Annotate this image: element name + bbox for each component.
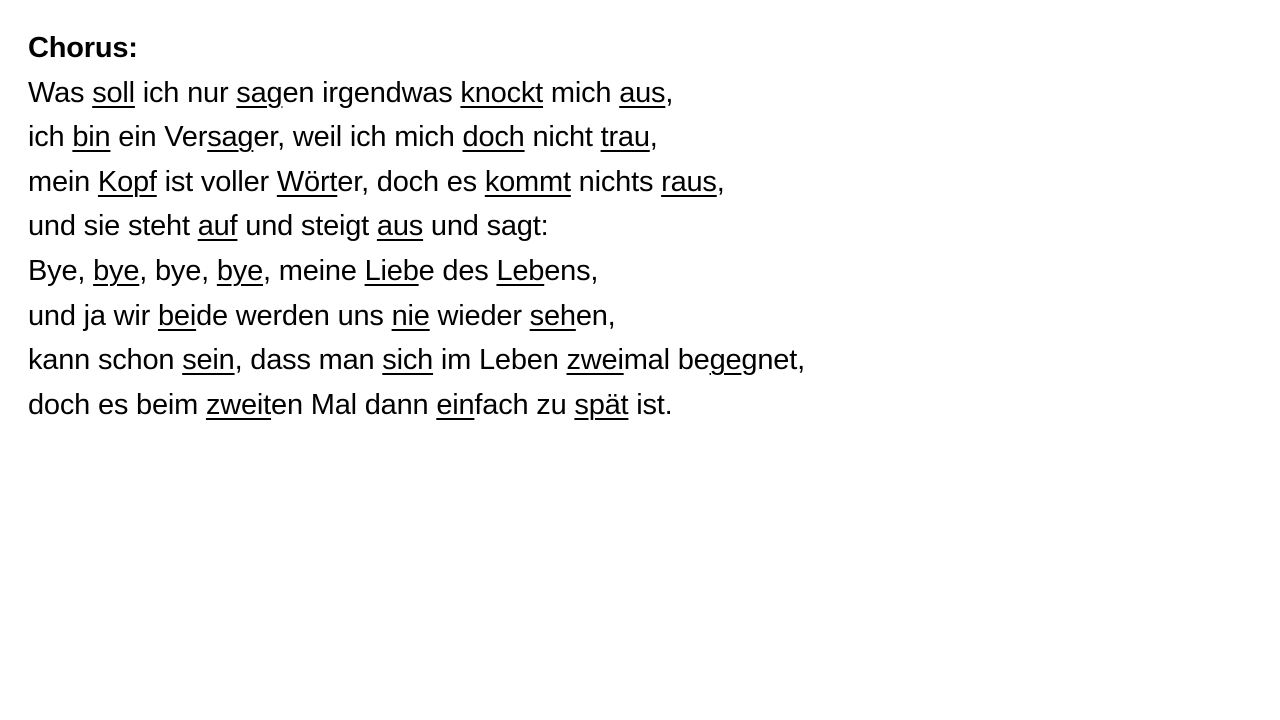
text-segment: Bye,: [28, 254, 94, 287]
lyric-line: mein Kopf ist voller Wörter, doch es kom…: [28, 160, 1248, 205]
text-segment: und sagt:: [423, 210, 549, 243]
lyric-line: und ja wir beide werden uns nie wieder s…: [28, 294, 1248, 339]
underlined-segment: sag: [236, 76, 283, 109]
underlined-segment: soll: [92, 76, 135, 109]
underlined-segment: trau: [600, 121, 650, 154]
lyrics-text-block: Chorus: Was soll ich nur sagen irgendwas…: [28, 26, 1248, 427]
underlined-segment: bei: [157, 299, 197, 332]
text-segment: ein Ver: [110, 121, 208, 154]
text-segment: en Mal dann: [271, 388, 437, 421]
underlined-segment: knockt: [460, 76, 544, 109]
underlined-segment: sich: [382, 344, 434, 377]
text-segment: er, doch es: [337, 165, 485, 198]
underlined-segment: kommt: [484, 165, 571, 198]
lyric-line: Bye, bye, bye, bye, meine Liebe des Lebe…: [28, 249, 1248, 294]
lyric-line: Was soll ich nur sagen irgendwas knockt …: [28, 71, 1248, 116]
underlined-segment: bye: [216, 254, 264, 287]
lyric-line: doch es beim zweiten Mal dann einfach zu…: [28, 383, 1248, 428]
underlined-segment: seh: [529, 299, 576, 332]
underlined-segment: ein: [436, 388, 475, 421]
text-segment: doch es beim: [28, 388, 206, 421]
text-segment: de werden uns: [196, 299, 392, 332]
text-segment: , bye,: [139, 254, 217, 287]
text-segment: en,: [575, 299, 616, 332]
underlined-segment: bye: [93, 254, 140, 287]
text-segment: , dass man: [234, 344, 383, 377]
lyric-line: kann schon sein, dass man sich im Leben …: [28, 338, 1248, 383]
text-segment: kann schon: [28, 344, 183, 377]
text-segment: ,: [716, 165, 725, 198]
text-segment: im Leben: [433, 344, 567, 377]
lyric-line: und sie steht auf und steigt aus und sag…: [28, 204, 1248, 249]
text-segment: ist.: [628, 388, 673, 421]
underlined-segment: auf: [197, 210, 238, 243]
text-segment: e des: [418, 254, 497, 287]
text-segment: ens,: [544, 254, 599, 287]
underlined-segment: Wört: [276, 165, 338, 198]
underlined-segment: bin: [72, 121, 111, 154]
text-segment: und ja wir: [28, 299, 158, 332]
text-segment: er, weil ich mich: [253, 121, 463, 154]
text-segment: ich: [28, 121, 73, 154]
underlined-segment: Kopf: [97, 165, 157, 198]
chorus-heading: Chorus:: [28, 32, 138, 64]
text-segment: ,: [665, 76, 674, 109]
text-segment: nicht: [524, 121, 601, 154]
underlined-segment: aus: [376, 210, 424, 243]
lyric-line: ich bin ein Versager, weil ich mich doch…: [28, 115, 1248, 160]
text-segment: ,: [649, 121, 658, 154]
underlined-segment: sag: [207, 121, 254, 154]
underlined-segment: Lieb: [364, 254, 419, 287]
underlined-segment: zwei: [566, 344, 624, 377]
lyrics-lines: Was soll ich nur sagen irgendwas knockt …: [28, 71, 1248, 428]
text-segment: mein: [28, 165, 98, 198]
text-segment: nichts: [570, 165, 662, 198]
text-segment: ich nur: [134, 76, 237, 109]
text-segment: mich: [543, 76, 620, 109]
underlined-segment: nie: [391, 299, 430, 332]
text-segment: mal be: [623, 344, 710, 377]
text-segment: und sie steht: [28, 210, 198, 243]
underlined-segment: aus: [619, 76, 666, 109]
text-segment: , meine: [263, 254, 365, 287]
underlined-segment: ge: [709, 344, 742, 377]
slide: Chorus: Was soll ich nur sagen irgendwas…: [0, 0, 1280, 720]
underlined-segment: sein: [182, 344, 235, 377]
underlined-segment: spät: [574, 388, 629, 421]
text-segment: en irgendwas: [282, 76, 461, 109]
text-segment: Was: [28, 76, 93, 109]
underlined-segment: doch: [462, 121, 525, 154]
text-segment: fach zu: [474, 388, 575, 421]
underlined-segment: raus: [661, 165, 717, 198]
text-segment: wieder: [429, 299, 530, 332]
underlined-segment: Leb: [496, 254, 545, 287]
underlined-segment: zweit: [205, 388, 272, 421]
text-segment: gnet,: [741, 344, 805, 377]
text-segment: ist voller: [156, 165, 277, 198]
text-segment: und steigt: [237, 210, 377, 243]
